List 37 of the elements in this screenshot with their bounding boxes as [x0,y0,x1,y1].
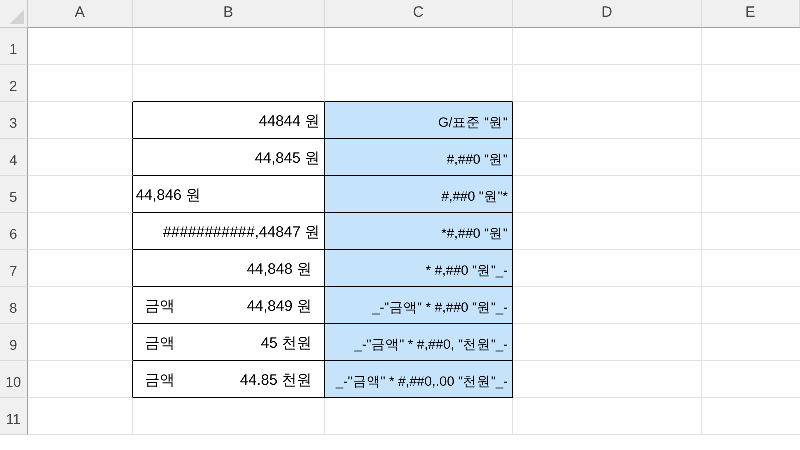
row-header[interactable]: 4 [0,139,28,176]
format-code-cell: _-"금액" * #,##0,.00 "천원"_- [325,361,513,398]
format-code-cell: _-"금액" * #,##0, "천원"_- [325,324,513,361]
cell-value: 44,848 원 [246,260,312,280]
corner-triangle-icon [10,10,24,24]
cell-label: 금액 [145,334,175,354]
column-header[interactable]: D [513,0,702,28]
cell-label: 금액 [145,296,175,316]
cell-value: 44.85 천원 [240,370,312,390]
format-code-cell: #,##0 "원" [325,139,513,176]
format-code-cell: G/표준 "원" [325,102,513,139]
format-code-cell: * #,##0 "원"_- [325,250,513,287]
format-code-cell: _-"금액" * #,##0 "원"_- [325,287,513,324]
cell-value: 44,849 원 [246,296,312,316]
row-header[interactable]: 1 [0,28,28,65]
format-code-cell: #,##0 "원"* [325,176,513,213]
row-header[interactable]: 9 [0,324,28,361]
row-header[interactable]: 5 [0,176,28,213]
cell-value: 44844 원 [259,112,320,132]
row-header[interactable]: 6 [0,213,28,250]
row-header[interactable]: 7 [0,250,28,287]
row-header[interactable]: 3 [0,102,28,139]
format-code-cell: *#,##0 "원" [325,213,513,250]
cell-value: 44,845 원 [254,148,320,168]
column-header[interactable]: E [702,0,800,28]
cell-value: ###########,44847 원 [163,222,320,242]
row-header[interactable]: 11 [0,398,28,435]
row-header[interactable]: 8 [0,287,28,324]
row-header[interactable]: 2 [0,65,28,102]
column-header[interactable]: C [325,0,513,28]
cell-label: 금액 [145,370,175,390]
column-header[interactable]: A [28,0,133,28]
select-all-corner[interactable] [0,0,28,28]
column-header[interactable]: B [133,0,325,28]
cell-value: 44,846 원 [136,186,202,206]
cell-value: 45 천원 [261,334,312,354]
row-header[interactable]: 10 [0,361,28,398]
